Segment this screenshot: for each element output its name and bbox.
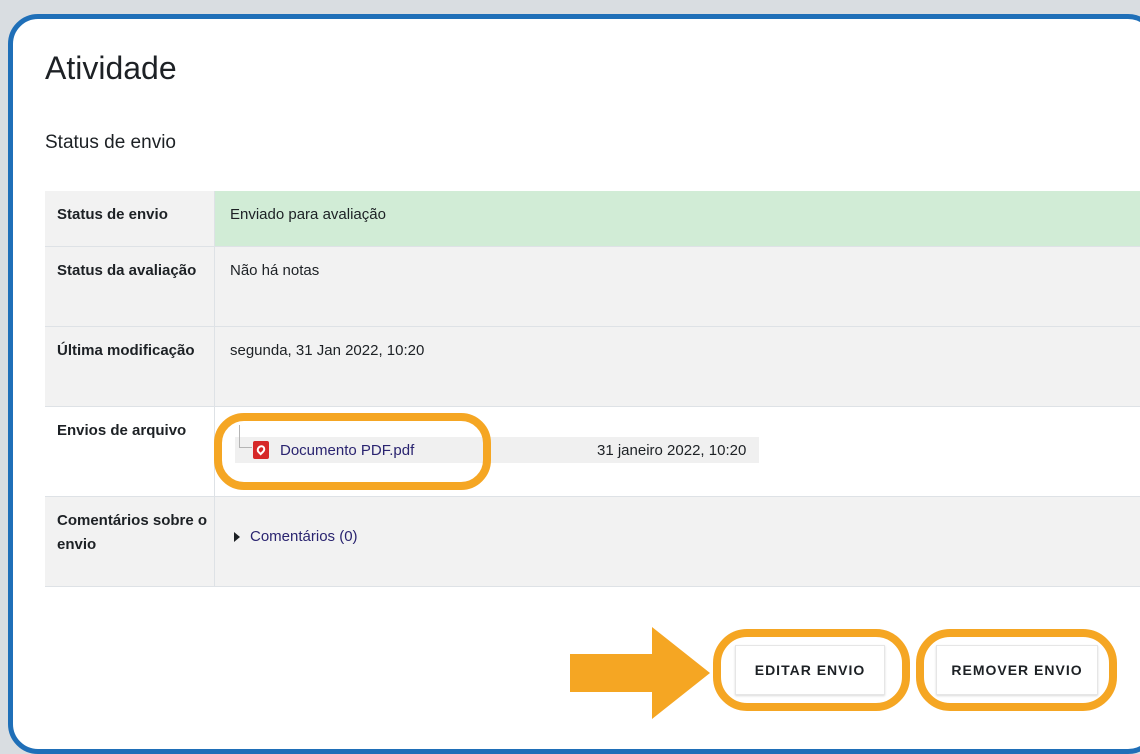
grading-status-value: Não há notas [230,262,320,279]
remove-submission-button[interactable]: REMOVER ENVIO [936,645,1098,695]
file-item: Documento PDF.pdf 31 janeiro 2022, 10:20 [235,425,759,463]
edit-submission-button[interactable]: EDITAR ENVIO [735,645,885,695]
file-date: 31 janeiro 2022, 10:20 [597,442,747,459]
row-label: Comentários sobre o envio [45,497,215,586]
submission-status-table: Status de envio Enviado para avaliação S… [45,191,1140,587]
pdf-icon [253,441,269,459]
submission-comments-cell: Comentários (0) [215,497,1140,586]
row-label: Status de envio [45,191,215,246]
file-submissions-cell: Documento PDF.pdf 31 janeiro 2022, 10:20 [215,407,1140,496]
table-row: Status de envio Enviado para avaliação [45,191,1140,247]
tree-connector [239,425,252,448]
row-label: Última modificação [45,327,215,406]
last-modified-value: segunda, 31 Jan 2022, 10:20 [230,342,425,359]
comments-link[interactable]: Comentários (0) [250,525,358,549]
table-row: Envios de arquivo Documento PDF.pdf 31 j… [45,407,1140,497]
submission-status-value: Enviado para avaliação [215,191,1140,246]
caret-right-icon [234,532,240,542]
table-row: Status da avaliação Não há notas [45,247,1140,327]
row-label: Envios de arquivo [45,407,215,496]
section-title: Status de envio [45,132,176,153]
comments-toggle[interactable]: Comentários (0) [234,525,1140,549]
file-link[interactable]: Documento PDF.pdf [280,439,414,463]
arrow-right-icon [570,627,710,719]
table-row: Última modificação segunda, 31 Jan 2022,… [45,327,1140,407]
table-row: Comentários sobre o envio Comentários (0… [45,497,1140,587]
page-title: Atividade [45,50,177,86]
row-label: Status da avaliação [45,247,215,326]
